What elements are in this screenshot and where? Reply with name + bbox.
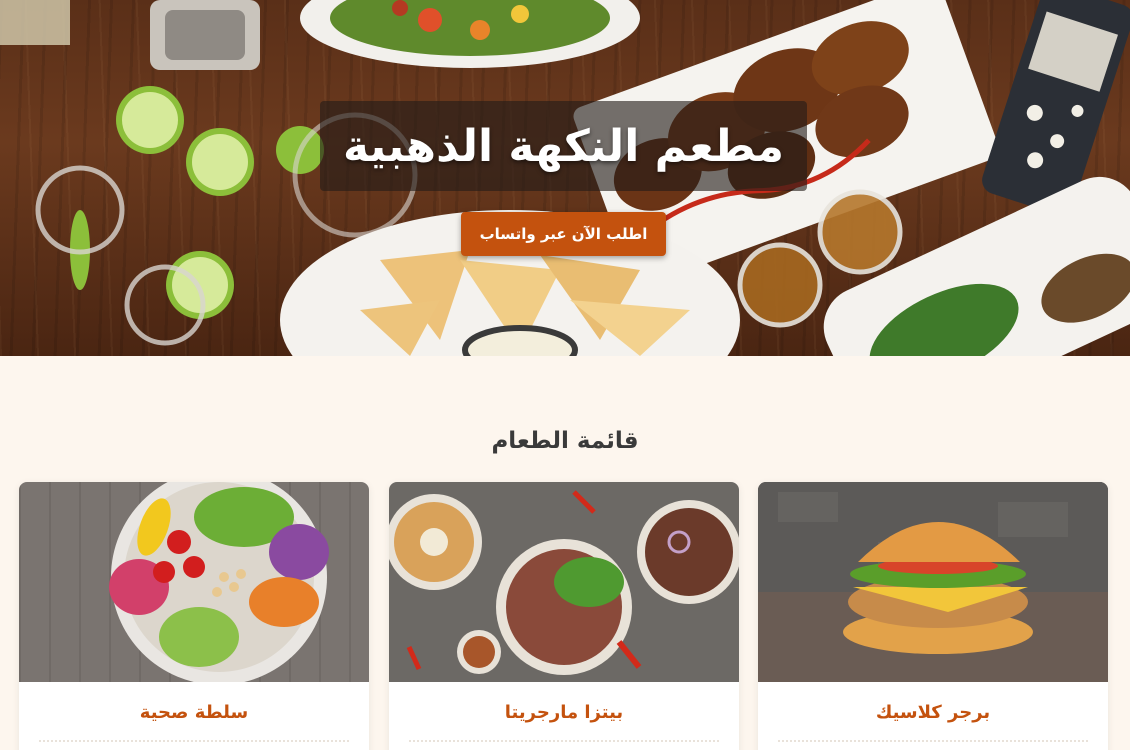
menu-item-description-placeholder bbox=[409, 740, 719, 746]
hero-title-box: مطعم النكهة الذهبية bbox=[320, 101, 807, 191]
restaurant-title: مطعم النكهة الذهبية bbox=[342, 120, 785, 172]
steak-plates-photo bbox=[389, 482, 739, 682]
menu-item-name: سلطة صحية bbox=[139, 702, 249, 723]
menu-item-description-placeholder bbox=[778, 740, 1088, 746]
menu-card-burger[interactable]: برجر كلاسيك bbox=[758, 482, 1108, 750]
menu-card-pizza[interactable]: بيتزا مارجريتا bbox=[389, 482, 739, 750]
menu-item-name: بيتزا مارجريتا bbox=[504, 702, 624, 723]
menu-section-title: قائمة الطعام bbox=[491, 428, 639, 454]
menu-card-salad[interactable]: سلطة صحية bbox=[19, 482, 369, 750]
whatsapp-order-button[interactable]: اطلب الآن عبر واتساب bbox=[461, 212, 666, 256]
salad-bowl-photo bbox=[19, 482, 369, 682]
hero-banner: مطعم النكهة الذهبية اطلب الآن عبر واتساب bbox=[0, 0, 1130, 356]
menu-item-description-placeholder bbox=[39, 740, 349, 746]
burger-photo bbox=[758, 482, 1108, 682]
menu-item-name: برجر كلاسيك bbox=[875, 702, 991, 723]
